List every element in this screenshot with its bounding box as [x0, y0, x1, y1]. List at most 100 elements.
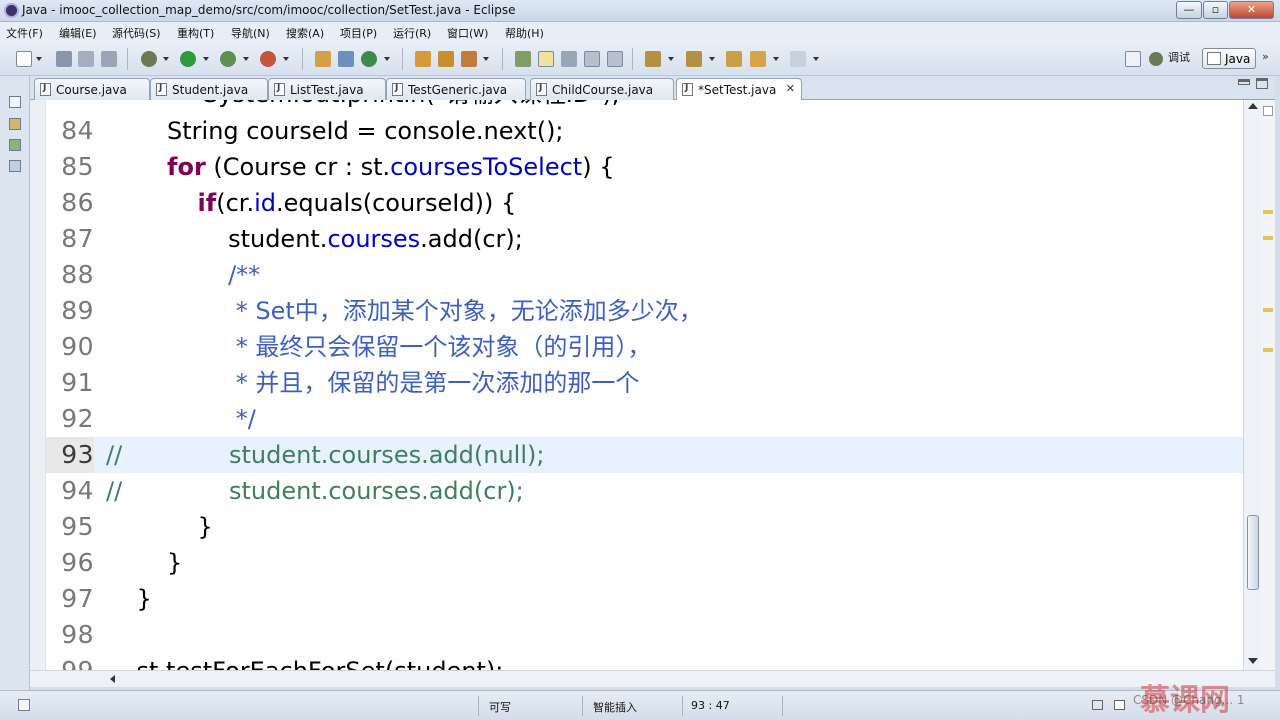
code-editor[interactable]: System.out.println("请输入课程ID"); 84 String… [30, 100, 1275, 670]
package-explorer-icon[interactable] [9, 118, 21, 130]
search-dropdown-icon[interactable] [483, 57, 489, 61]
tab-student[interactable]: Student.java [150, 78, 268, 100]
menu-run[interactable]: 运行(R) [393, 25, 431, 41]
show-whitespace-icon[interactable] [584, 51, 600, 67]
new-icon[interactable] [16, 51, 32, 67]
print-icon[interactable] [101, 51, 117, 67]
minimize-editor-icon[interactable] [1238, 79, 1250, 85]
external-tools-icon[interactable] [260, 51, 276, 67]
new-class-icon[interactable] [361, 51, 377, 67]
code-line[interactable]: 94 // student.courses.add(cr); [46, 473, 1243, 509]
save-all-icon[interactable] [78, 51, 94, 67]
horizontal-scrollbar[interactable] [30, 670, 1275, 687]
open-type-icon[interactable] [415, 51, 431, 67]
code-line[interactable]: 99 st.testForEachForSet(student); [46, 653, 1243, 670]
forward-dropdown-icon[interactable] [813, 57, 819, 61]
tab-settest[interactable]: *SetTest.java ✕ [676, 78, 802, 101]
debug-perspective-label[interactable]: 调试 [1168, 49, 1190, 65]
code-line[interactable]: 84 String courseId = console.next(); [46, 113, 1243, 149]
code-line[interactable]: 96 } [46, 545, 1243, 581]
code-line[interactable]: 92 */ [46, 401, 1243, 437]
new-java-project-icon[interactable] [315, 51, 331, 67]
tab-course[interactable]: Course.java [34, 78, 150, 100]
menu-navigate[interactable]: 导航(N) [231, 25, 270, 41]
menu-help[interactable]: 帮助(H) [505, 25, 544, 41]
restore-view-icon[interactable] [1092, 700, 1103, 710]
code-line[interactable]: 88 /** [46, 257, 1243, 293]
toggle-block-icon[interactable] [561, 51, 577, 67]
outline-icon[interactable] [9, 160, 21, 172]
open-task-icon[interactable] [438, 51, 454, 67]
new-class-dropdown-icon[interactable] [384, 57, 390, 61]
tab-testgeneric[interactable]: TestGeneric.java [386, 78, 526, 100]
new-package-icon[interactable] [338, 51, 354, 67]
code-line[interactable]: 85 for (Course cr : st.coursesToSelect) … [46, 149, 1243, 185]
toggle-highlight-icon[interactable] [538, 51, 554, 67]
menu-refactor[interactable]: 重构(T) [177, 25, 214, 41]
run-icon[interactable] [180, 51, 196, 67]
overview-marker[interactable] [1263, 210, 1273, 214]
scroll-down-icon[interactable] [1248, 658, 1258, 664]
debug-icon[interactable] [141, 51, 157, 67]
open-perspective-icon[interactable] [1125, 51, 1141, 67]
code-line[interactable]: 86 if(cr.id.equals(courseId)) { [46, 185, 1243, 221]
coverage-icon[interactable] [220, 51, 236, 67]
debug-dropdown-icon[interactable] [163, 57, 169, 61]
code-line[interactable]: 87 student.courses.add(cr); [46, 221, 1243, 257]
previous-annotation-icon[interactable] [686, 51, 702, 67]
code-text: for (Course cr : st.coursesToSelect) { [106, 149, 614, 185]
overview-ruler[interactable] [1261, 100, 1275, 670]
coverage-dropdown-icon[interactable] [243, 57, 249, 61]
back-icon[interactable] [750, 51, 766, 67]
scroll-up-icon[interactable] [1248, 103, 1258, 109]
scrollbar-thumb[interactable] [1247, 515, 1259, 590]
menu-window[interactable]: 窗口(W) [447, 25, 488, 41]
menu-search[interactable]: 搜索(A) [286, 25, 324, 41]
last-edit-location-icon[interactable] [726, 51, 742, 67]
fast-view-icon[interactable] [18, 699, 30, 711]
menu-source[interactable]: 源代码(S) [112, 25, 161, 41]
toggle-mark-occurrences-icon[interactable] [515, 51, 531, 67]
maximize-button[interactable]: ▫ [1203, 1, 1228, 19]
close-button[interactable]: ✕ [1229, 1, 1274, 19]
perspective-overflow-icon[interactable]: » [1262, 50, 1269, 63]
previous-annotation-dropdown-icon[interactable] [709, 57, 715, 61]
csdn-watermark: CSDN @Chang... 1 [1133, 693, 1245, 707]
tab-listtest[interactable]: ListTest.java [268, 78, 386, 100]
next-annotation-dropdown-icon[interactable] [668, 57, 674, 61]
menu-project[interactable]: 项目(P) [340, 25, 377, 41]
overview-marker[interactable] [1263, 236, 1273, 240]
debug-perspective-icon[interactable] [1149, 52, 1163, 66]
scroll-left-icon[interactable] [110, 675, 115, 683]
code-line[interactable]: 91 * 并且，保留的是第一次添加的那一个 [46, 365, 1243, 401]
close-tab-icon[interactable]: ✕ [786, 82, 795, 95]
next-annotation-icon[interactable] [645, 51, 661, 67]
line-number: 94 [61, 476, 94, 505]
new-dropdown-icon[interactable] [36, 57, 42, 61]
java-perspective-button[interactable]: Java [1202, 48, 1256, 69]
show-pilcrow-icon[interactable] [607, 51, 623, 67]
code-line[interactable]: 98 [46, 617, 1243, 653]
back-dropdown-icon[interactable] [773, 57, 779, 61]
restore-icon[interactable] [9, 96, 21, 108]
maximize-editor-icon[interactable] [1256, 78, 1268, 89]
menu-edit[interactable]: 编辑(E) [59, 25, 97, 41]
search-icon[interactable] [461, 51, 477, 67]
code-line[interactable]: 90 * 最终只会保留一个该对象（的引用）， [46, 329, 1243, 365]
vertical-scrollbar[interactable] [1243, 100, 1261, 670]
maximize-view-icon[interactable] [1114, 700, 1125, 710]
overview-marker[interactable] [1263, 308, 1273, 312]
code-line[interactable]: 93 // student.courses.add(null); [46, 437, 1243, 473]
external-tools-dropdown-icon[interactable] [283, 57, 289, 61]
run-dropdown-icon[interactable] [203, 57, 209, 61]
forward-icon[interactable] [790, 51, 806, 67]
tab-childcourse[interactable]: ChildCourse.java [530, 78, 674, 100]
minimize-button[interactable]: — [1176, 1, 1202, 19]
hierarchy-icon[interactable] [9, 139, 21, 151]
overview-marker[interactable] [1263, 348, 1273, 352]
menu-file[interactable]: 文件(F) [6, 25, 43, 41]
code-line[interactable]: 89 * Set中，添加某个对象，无论添加多少次， [46, 293, 1243, 329]
code-line[interactable]: 95 } [46, 509, 1243, 545]
code-line[interactable]: 97 } [46, 581, 1243, 617]
save-icon[interactable] [56, 51, 72, 67]
